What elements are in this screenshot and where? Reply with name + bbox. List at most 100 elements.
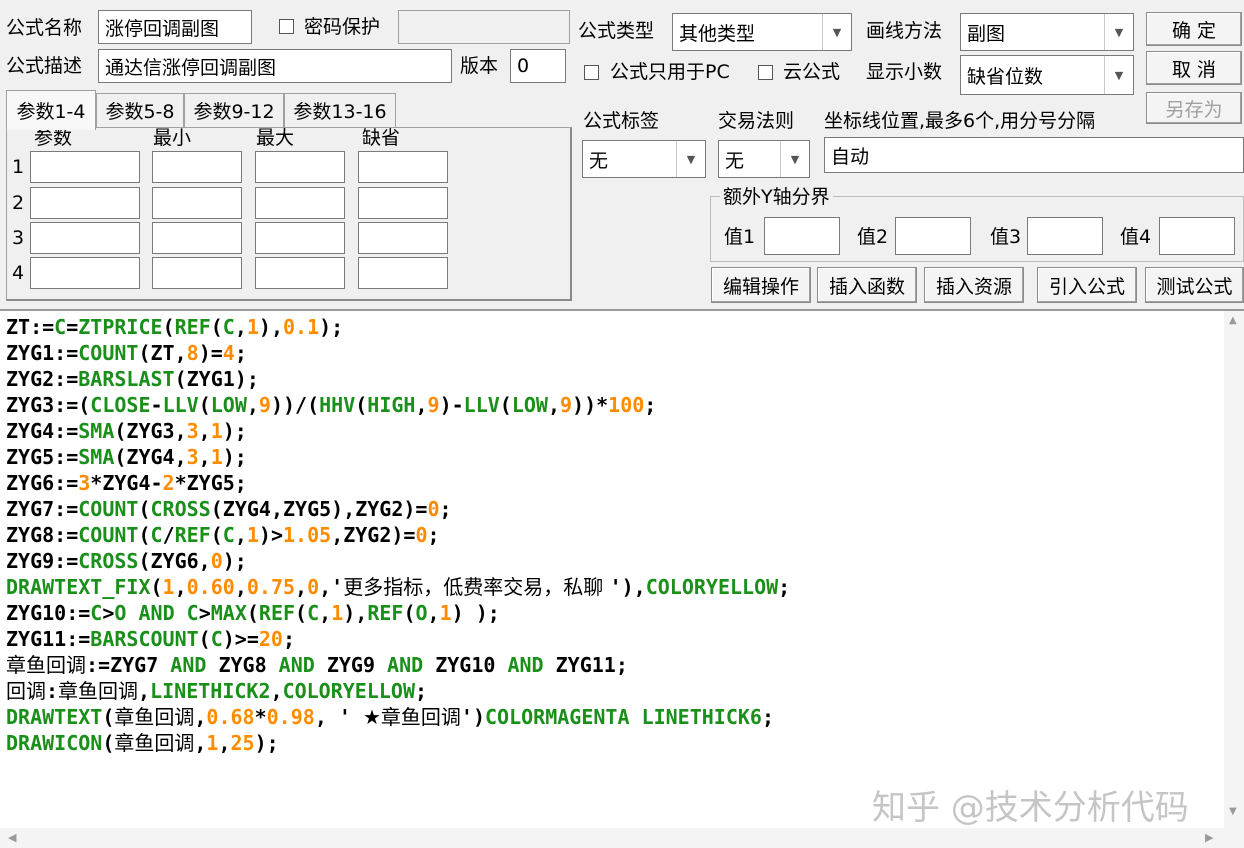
code-line[interactable]: ZYG4:=SMA(ZYG3,3,1); (6, 418, 790, 444)
code-token: , (547, 393, 560, 417)
param-2-min[interactable] (152, 187, 242, 219)
code-token: )- (439, 393, 464, 417)
code-token: DRAWICON (6, 731, 103, 755)
test-formula-button[interactable]: 测试公式 (1145, 267, 1244, 303)
code-token: ( (210, 315, 223, 339)
vertical-scrollbar[interactable]: ▲ ▼ (1224, 311, 1244, 828)
param-4-max[interactable] (255, 257, 345, 289)
code-line[interactable]: ZYG9:=CROSS(ZYG6,0); (6, 548, 790, 574)
chevron-down-icon[interactable]: ▼ (780, 141, 809, 177)
code-token: ; (415, 679, 428, 703)
decimal-select[interactable]: 缺省位数 ▼ (960, 55, 1134, 95)
scroll-right-icon[interactable]: ▶ (1205, 831, 1213, 844)
cancel-button[interactable]: 取 消 (1146, 51, 1242, 85)
code-token: :=ZYG7 (86, 653, 171, 677)
code-token: ; (234, 341, 247, 365)
code-token: ZYG10:= (6, 601, 91, 625)
code-token: ZYG10 (423, 653, 508, 677)
param-3-default[interactable] (358, 222, 448, 254)
cloud-checkbox[interactable] (758, 65, 773, 80)
param-1-min[interactable] (152, 151, 242, 183)
param-1-default[interactable] (358, 151, 448, 183)
formula-tag-select[interactable]: 无 ▼ (582, 140, 706, 178)
code-token: O (415, 601, 428, 625)
param-3-name[interactable] (30, 222, 140, 254)
code-line[interactable]: ZYG10:=C>O AND C>MAX(REF(C,1),REF(O,1) )… (6, 600, 790, 626)
tab-params-5-8[interactable]: 参数5-8 (96, 93, 184, 127)
code-token: 1 (439, 601, 452, 625)
code-token: , (138, 679, 151, 703)
import-formula-button[interactable]: 引入公式 (1037, 267, 1137, 303)
code-token: ZTPRICE (78, 315, 163, 339)
code-token: ( (355, 393, 368, 417)
save-as-button[interactable]: 另存为 (1146, 92, 1242, 124)
code-token: ); (222, 445, 247, 469)
code-line[interactable]: ZYG2:=BARSLAST(ZYG1); (6, 366, 790, 392)
horizontal-scrollbar[interactable]: ◀ ▶ (0, 828, 1244, 848)
code-token: 1 (246, 523, 259, 547)
code-line[interactable]: ZYG5:=SMA(ZYG4,3,1); (6, 444, 790, 470)
code-token: 1 (206, 731, 219, 755)
y-value-4-input[interactable] (1159, 217, 1235, 255)
param-4-min[interactable] (152, 257, 242, 289)
code-token: ; (761, 705, 775, 729)
scroll-down-icon[interactable]: ▼ (1229, 806, 1237, 817)
code-token: 9 (560, 393, 573, 417)
code-token: CLOSE (90, 393, 151, 417)
tab-params-9-12[interactable]: 参数9-12 (184, 93, 284, 127)
code-content[interactable]: ZT:=C=ZTPRICE(REF(C,1),0.1); ZYG1:=COUNT(… (6, 314, 790, 756)
code-line[interactable]: DRAWTEXT_FIX(1,0.60,0.75,0,'更多指标，低费率交易，私… (6, 574, 790, 600)
code-line[interactable]: ZYG3:=(CLOSE-LLV(LOW,9))/(HHV(HIGH,9)-LL… (6, 392, 790, 418)
chevron-down-icon[interactable]: ▼ (1104, 14, 1133, 50)
password-checkbox[interactable] (279, 19, 294, 34)
code-line[interactable]: ZYG6:=3*ZYG4-2*ZYG5; (6, 470, 790, 496)
param-4-name[interactable] (30, 257, 140, 289)
code-token: 9 (258, 393, 271, 417)
code-token: - (150, 393, 163, 417)
chevron-down-icon[interactable]: ▼ (676, 141, 705, 177)
param-1-max[interactable] (255, 151, 345, 183)
draw-method-select[interactable]: 副图 ▼ (960, 13, 1134, 51)
code-line[interactable]: ZYG7:=COUNT(CROSS(ZYG4,ZYG5),ZYG2)=0; (6, 496, 790, 522)
param-3-min[interactable] (152, 222, 242, 254)
trade-rule-select[interactable]: 无 ▼ (718, 140, 810, 178)
ok-button[interactable]: 确 定 (1146, 12, 1242, 46)
formula-type-select[interactable]: 其他类型 ▼ (672, 13, 852, 51)
edit-operation-button[interactable]: 编辑操作 (711, 267, 811, 303)
code-line[interactable]: DRAWICON(章鱼回调,1,25); (6, 730, 790, 756)
chevron-down-icon[interactable]: ▼ (822, 14, 851, 50)
tab-params-1-4[interactable]: 参数1-4 (6, 90, 96, 130)
tab-params-13-16[interactable]: 参数13-16 (284, 93, 396, 127)
scroll-left-icon[interactable]: ◀ (8, 831, 16, 844)
code-token: 100 (608, 393, 645, 417)
code-token: C (150, 523, 163, 547)
y-value-1-input[interactable] (764, 217, 840, 255)
param-2-name[interactable] (30, 187, 140, 219)
y-value-3-input[interactable] (1027, 217, 1103, 255)
param-3-max[interactable] (255, 222, 345, 254)
code-line[interactable]: 回调:章鱼回调,LINETHICK2,COLORYELLOW; (6, 678, 790, 704)
chevron-down-icon[interactable]: ▼ (1104, 56, 1133, 94)
param-1-name[interactable] (30, 151, 140, 183)
code-line[interactable]: ZYG11:=BARSCOUNT(C)>=20; (6, 626, 790, 652)
code-line[interactable]: ZYG1:=COUNT(ZT,8)=4; (6, 340, 790, 366)
insert-resource-button[interactable]: 插入资源 (924, 267, 1024, 303)
pc-only-checkbox[interactable] (584, 65, 599, 80)
code-line[interactable]: ZT:=C=ZTPRICE(REF(C,1),0.1); (6, 314, 790, 340)
code-line[interactable]: DRAWTEXT(章鱼回调,0.68*0.98, ' ★章鱼回调')COLORM… (6, 704, 790, 730)
param-2-default[interactable] (358, 187, 448, 219)
param-4-default[interactable] (358, 257, 448, 289)
y-value-2-input[interactable] (895, 217, 971, 255)
axis-lines-input[interactable]: 自动 (824, 137, 1244, 173)
code-line[interactable]: 章鱼回调:=ZYG7 AND ZYG8 AND ZYG9 AND ZYG10 A… (6, 652, 790, 678)
code-token: C (222, 315, 235, 339)
scroll-up-icon[interactable]: ▲ (1229, 315, 1237, 326)
formula-name-input[interactable]: 涨停回调副图 (98, 10, 252, 44)
code-token: ZYG1:= (6, 341, 79, 365)
param-2-max[interactable] (255, 187, 345, 219)
code-line[interactable]: ZYG8:=COUNT(C/REF(C,1)>1.05,ZYG2)=0; (6, 522, 790, 548)
formula-desc-input[interactable]: 通达信涨停回调副图 (98, 49, 452, 83)
code-editor[interactable]: ZT:=C=ZTPRICE(REF(C,1),0.1); ZYG1:=COUNT(… (0, 309, 1244, 848)
insert-function-button[interactable]: 插入函数 (817, 267, 917, 303)
version-input[interactable]: 0 (510, 49, 566, 83)
